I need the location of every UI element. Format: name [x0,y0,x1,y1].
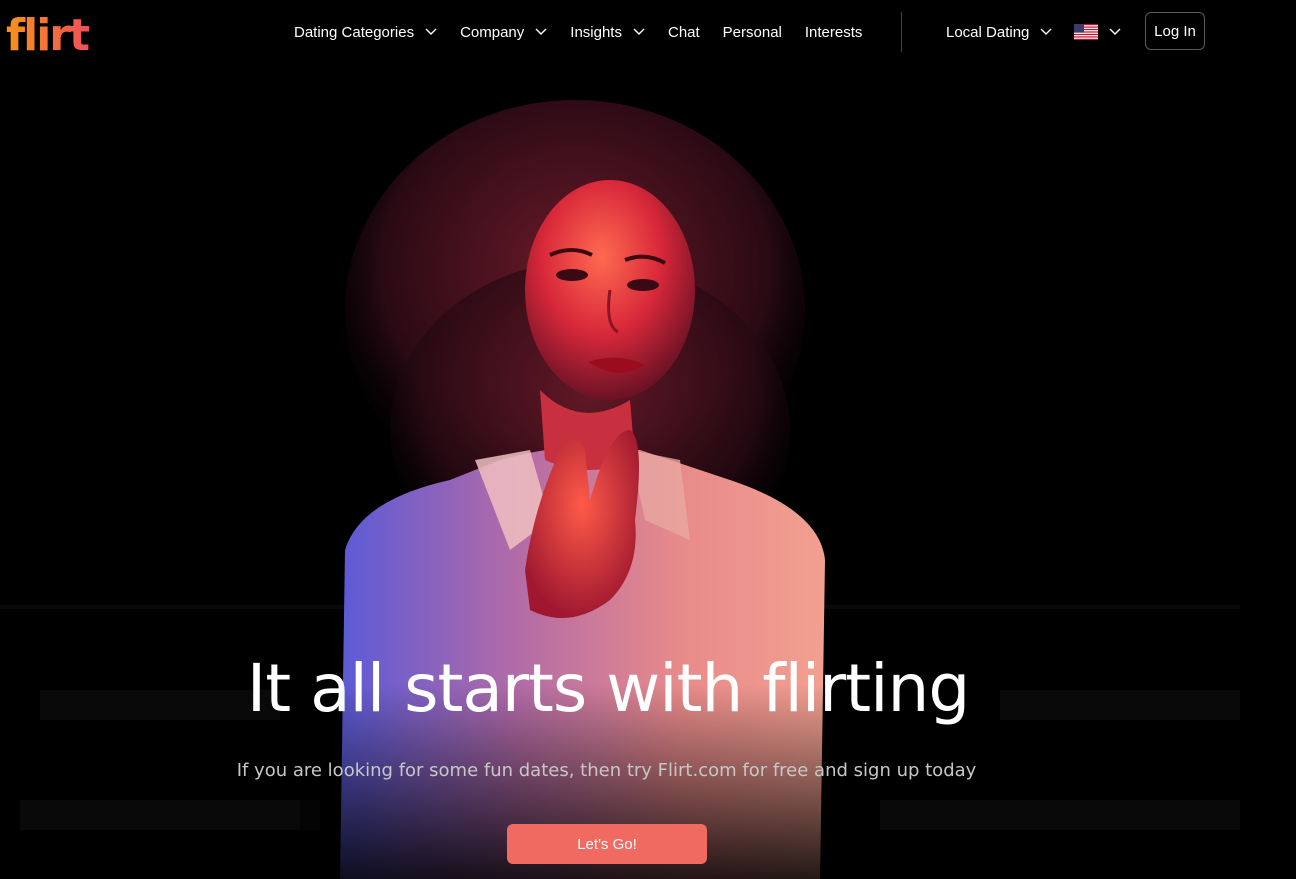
hero-subtitle: If you are looking for some fun dates, t… [236,760,977,781]
lets-go-button[interactable]: Let's Go! [507,824,707,864]
nav-interests-label: Interests [804,23,863,41]
landing-page: flirt Dating Categories Company Insights… [0,0,1296,879]
nav-personal[interactable]: Personal [723,24,782,41]
logo-text: flirt [6,10,90,56]
chevron-down-icon [633,28,645,35]
chevron-down-icon [425,28,437,35]
nav-insights-label: Insights [570,23,622,41]
nav-company-label: Company [460,23,525,41]
chevron-down-icon [535,28,547,35]
language-selector[interactable] [1074,24,1121,40]
right-nav: Local Dating [946,0,1143,64]
nav-company[interactable]: Company [460,24,547,41]
login-button[interactable]: Log In [1145,12,1205,50]
nav-insights[interactable]: Insights [570,24,645,41]
local-dating-dropdown[interactable]: Local Dating [946,24,1052,41]
nav-chat[interactable]: Chat [668,24,700,41]
hero-title: It all starts with flirting [246,650,971,727]
nav-dating-categories[interactable]: Dating Categories [294,24,437,41]
local-dating-label: Local Dating [946,23,1030,41]
nav-chat-label: Chat [667,23,700,41]
flirt-logo[interactable]: flirt [6,8,98,61]
chevron-down-icon [1040,28,1052,35]
flirt-logo-mark: flirt [6,10,92,61]
nav-divider [901,12,902,52]
nav-personal-label: Personal [722,23,782,41]
main-nav: Dating Categories Company Insights Chat … [294,0,885,64]
nav-interests[interactable]: Interests [805,24,863,41]
chevron-down-icon [1109,28,1121,35]
site-header: flirt Dating Categories Company Insights… [0,0,1296,64]
us-flag-icon [1074,24,1099,40]
nav-dating-categories-label: Dating Categories [294,23,415,41]
